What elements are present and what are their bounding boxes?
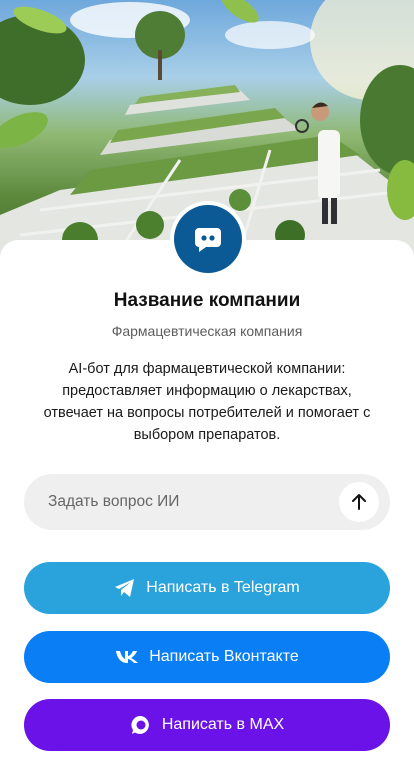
- company-subtitle: Фармацевтическая компания: [111, 323, 303, 339]
- max-button-label: Написать в MAX: [161, 716, 285, 733]
- telegram-icon: [114, 578, 136, 598]
- max-button[interactable]: Написать в MAX: [24, 699, 390, 751]
- send-button[interactable]: [339, 482, 379, 522]
- vk-icon: [115, 650, 139, 664]
- telegram-button[interactable]: Написать в Telegram: [24, 562, 390, 614]
- company-name: Название компании: [113, 290, 301, 311]
- arrow-up-icon: [352, 494, 366, 510]
- ask-ai-field[interactable]: [24, 474, 390, 530]
- max-icon: [130, 714, 152, 736]
- company-description: AI-бот для фармацевтической компании: пр…: [43, 361, 371, 443]
- chat-bot-icon: [195, 228, 221, 252]
- vk-button-label: Написать Вконтакте: [149, 648, 299, 665]
- telegram-button-label: Написать в Telegram: [146, 579, 300, 596]
- vk-button[interactable]: Написать Вконтакте: [24, 631, 390, 683]
- avatar: [170, 201, 246, 277]
- ask-ai-input[interactable]: [48, 474, 348, 530]
- avatar-circle: [174, 205, 242, 273]
